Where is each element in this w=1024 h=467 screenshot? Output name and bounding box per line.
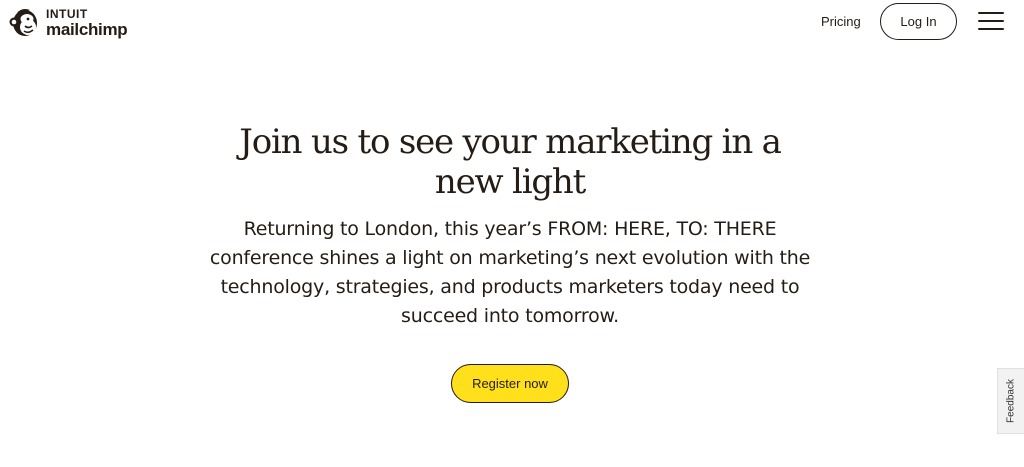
hero-description: Returning to London, this year’s FROM: H…	[209, 218, 811, 327]
hero-title-line2: new light	[434, 162, 586, 202]
logo-mailchimp-text: mailchimp	[46, 20, 128, 39]
menu-bar	[978, 12, 1004, 14]
feedback-tab[interactable]: Feedback	[997, 368, 1024, 434]
feedback-label: Feedback	[1005, 379, 1017, 423]
hamburger-menu-icon[interactable]	[978, 12, 1004, 32]
hero-title-line1: Join us to see your marketing in a	[239, 122, 782, 162]
register-now-button[interactable]: Register now	[451, 364, 569, 403]
logo-intuit-text: INTUIT	[46, 7, 88, 21]
logo-wordmark: INTUIT mailchimp	[46, 7, 128, 39]
freddie-chimp-logo-icon	[9, 9, 37, 36]
hero-title: Join us to see your marketing in a new l…	[180, 122, 840, 202]
login-button[interactable]: Log In	[880, 3, 957, 40]
menu-bar	[978, 20, 1004, 22]
mailchimp-logo[interactable]: INTUIT mailchimp	[8, 5, 128, 41]
pricing-link[interactable]: Pricing	[821, 14, 861, 29]
menu-bar	[978, 28, 1004, 30]
page: INTUIT mailchimp Pricing Log In Join us …	[0, 0, 1024, 467]
